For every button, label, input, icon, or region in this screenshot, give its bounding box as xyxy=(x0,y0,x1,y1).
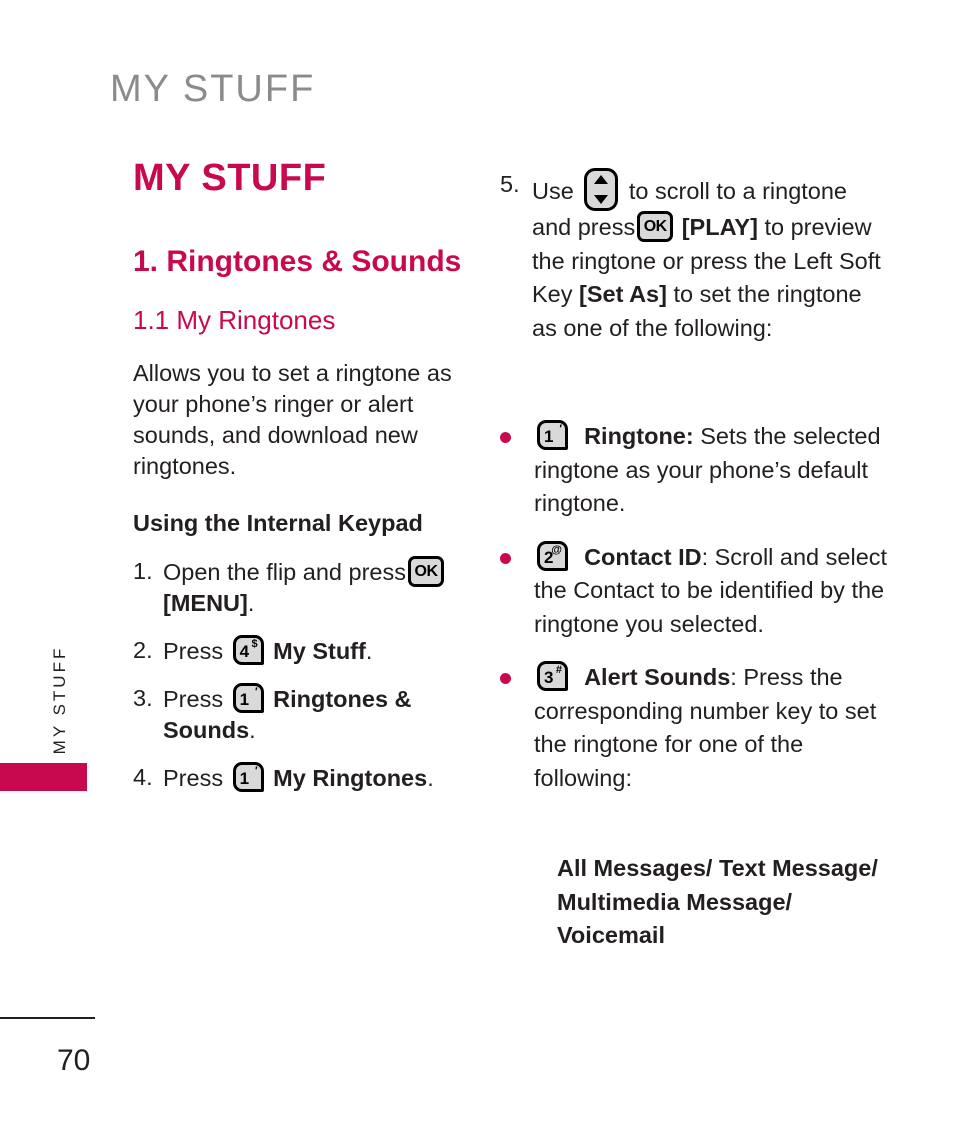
key-1-icon: 1 ′ xyxy=(537,420,568,450)
bullet-term: Alert Sounds xyxy=(584,664,731,690)
key-4-icon: 4 $ xyxy=(232,635,264,665)
bullet-text: 3 # Alert Sounds: Press the corresponding… xyxy=(534,661,890,795)
step5-bold-play: [PLAY] xyxy=(681,214,758,240)
key-1-icon: 1 ′ xyxy=(232,683,264,713)
key-superscript: ′ xyxy=(254,765,258,777)
step-bold-term: My Ringtones xyxy=(273,765,428,791)
step-bold-term: My Stuff xyxy=(273,638,366,664)
step-text: Open the flip and press OK [MENU]. xyxy=(163,556,473,619)
subsection-heading: 1.1 My Ringtones xyxy=(133,305,336,335)
step-number: 4. xyxy=(133,764,153,790)
step-number: 3. xyxy=(133,685,153,711)
bullet-dot-icon xyxy=(500,661,534,684)
bullet-text: 1 ′ Ringtone: Sets the selected ringtone … xyxy=(534,420,890,521)
key-digit: 1 xyxy=(239,690,250,709)
step-number: 2. xyxy=(133,637,153,663)
bullet-text: 2 @ Contact ID: Scroll and select the Con… xyxy=(534,540,890,642)
key-superscript: ′ xyxy=(559,423,562,435)
key-2-icon: 2 @ xyxy=(537,540,568,571)
list-item: 2 @ Contact ID: Scroll and select the Con… xyxy=(500,540,890,642)
bullet-term: Ringtone: xyxy=(584,423,694,449)
list-item: 5. Use to scroll to a ringtone and press… xyxy=(500,168,885,345)
step5-part1: Use xyxy=(532,178,574,204)
key-superscript: ′ xyxy=(254,686,258,698)
ok-key-label: OK xyxy=(643,218,668,235)
list-item: 1. Open the flip and press OK [MENU]. xyxy=(133,556,473,619)
key-3-icon: 3 # xyxy=(537,661,568,691)
arrow-up-icon xyxy=(594,175,609,184)
ok-key-icon: OK xyxy=(637,211,674,242)
nav-updown-key-icon xyxy=(584,168,619,211)
bullet-dot-icon xyxy=(500,541,534,564)
step-text: Press 1 ′ My Ringtones. xyxy=(163,762,473,794)
bullet-dot-icon xyxy=(500,420,534,443)
ok-key-icon: OK xyxy=(408,556,444,587)
alert-sound-options: All Messages/ Text Message/ Multimedia M… xyxy=(557,855,878,948)
bullet-term: Contact ID xyxy=(584,543,702,570)
step-bold-term: [MENU] xyxy=(163,590,248,616)
step-number: 1. xyxy=(133,558,153,584)
bullet-list: 1 ′ Ringtone: Sets the selected ringtone … xyxy=(500,420,890,815)
keypad-subheading: Using the Internal Keypad xyxy=(133,510,423,536)
step-text: Press 1 ′ Ringtones & Sounds. xyxy=(163,683,473,746)
list-item: 2. Press 4 $ My Stuff. xyxy=(133,635,473,667)
step-text-end: . xyxy=(247,590,255,616)
page-title: MY STUFF xyxy=(133,157,327,199)
step-text-end: . xyxy=(249,717,256,743)
key-digit: 1 xyxy=(544,427,554,446)
step-text-before: Press xyxy=(163,765,224,791)
intro-paragraph: Allows you to set a ringtone as your pho… xyxy=(133,360,452,479)
ok-key-label: OK xyxy=(414,563,439,580)
step-text-end: . xyxy=(427,765,434,791)
step-text-before: Open the flip and press xyxy=(163,559,406,585)
step-text-before: Press xyxy=(163,638,224,664)
section-heading: 1. Ringtones & Sounds xyxy=(133,245,462,278)
list-item: 3 # Alert Sounds: Press the corresponding… xyxy=(500,661,890,795)
step-text: Press 4 $ My Stuff. xyxy=(163,635,473,667)
step-text-end: . xyxy=(365,638,373,664)
key-digit: 1 xyxy=(239,769,250,788)
step-number: 5. xyxy=(500,171,520,197)
list-item: 3. Press 1 ′ Ringtones & Sounds. xyxy=(133,683,473,746)
key-superscript: # xyxy=(555,664,562,676)
list-item: 1 ′ Ringtone: Sets the selected ringtone … xyxy=(500,420,890,521)
running-head: MY STUFF xyxy=(110,68,316,110)
side-tab-accent-bar xyxy=(0,763,87,791)
key-1-icon: 1 ′ xyxy=(232,762,264,792)
numbered-step-list: 1. Open the flip and press OK [MENU]. 2. P… xyxy=(133,556,473,810)
key-digit: 3 xyxy=(544,668,554,687)
step5-bold-setas: [Set As] xyxy=(579,281,667,307)
key-superscript: $ xyxy=(251,638,258,650)
step-text: Use to scroll to a ringtone and press OK … xyxy=(532,168,885,345)
page-number: 70 xyxy=(57,1044,91,1077)
list-item: 4. Press 1 ′ My Ringtones. xyxy=(133,762,473,794)
key-digit: 4 xyxy=(239,642,250,661)
key-superscript: @ xyxy=(551,543,562,556)
footer-divider xyxy=(0,1017,95,1019)
arrow-down-icon xyxy=(594,195,609,204)
step-text-before: Press xyxy=(163,686,224,712)
